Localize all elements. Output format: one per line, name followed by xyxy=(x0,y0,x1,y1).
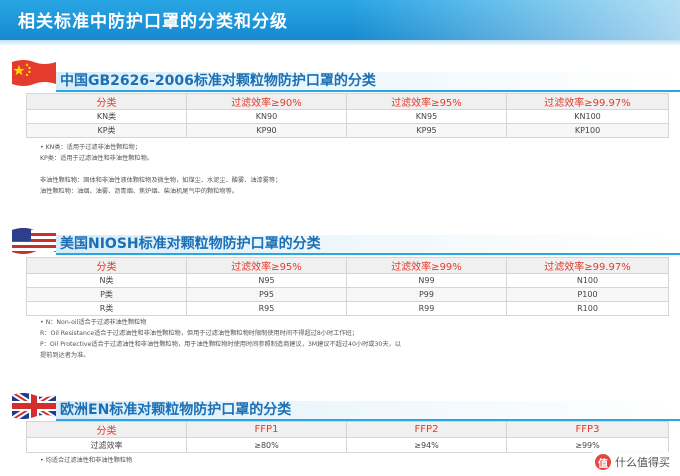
table-cell: KN90 xyxy=(186,109,347,124)
notes: • KN类：适用于过滤非油性颗粒物； KP类：适用于过滤油性和非油性颗粒物。 非… xyxy=(40,142,281,197)
table-row: R类 R95 R99 R100 xyxy=(26,301,669,316)
table-cell: N99 xyxy=(346,273,507,288)
table-cell: R95 xyxy=(186,301,347,316)
table-row: 过滤效率 ≥80% ≥94% ≥99% xyxy=(26,437,669,453)
table-row: P类 P95 P99 P100 xyxy=(26,287,669,302)
section-title-bar: 欧洲EN标准对颗粒物防护口罩的分类 xyxy=(56,401,680,421)
section-europe: 欧洲EN标准对颗粒物防护口罩的分类 分类 FFP1 FFP2 FFP3 过滤效率… xyxy=(0,391,680,471)
table-cell: ≥80% xyxy=(186,437,347,453)
watermark: 值 什么值得买 xyxy=(591,452,674,472)
watermark-text: 什么值得买 xyxy=(615,456,670,469)
table-cell: N类 xyxy=(26,273,187,288)
table-cell: R类 xyxy=(26,301,187,316)
table-cell: R99 xyxy=(346,301,507,316)
banner: 相关标准中防护口罩的分类和分级 xyxy=(0,0,680,40)
note-line: • KN类：适用于过滤非油性颗粒物； xyxy=(40,144,141,151)
note-line xyxy=(40,164,281,175)
table-cell: P类 xyxy=(26,287,187,302)
table-cell: R100 xyxy=(506,301,669,316)
table-header-cell: 过滤效率≥99% xyxy=(346,257,507,274)
table-cell: KP90 xyxy=(186,123,347,138)
table-header-cell: 过滤效率≥99.97% xyxy=(506,93,669,110)
table-cell: P99 xyxy=(346,287,507,302)
section-title: 美国NIOSH标准对颗粒物防护口罩的分类 xyxy=(60,236,321,252)
table-header-cell: 分类 xyxy=(26,257,187,274)
table-cell: P100 xyxy=(506,287,669,302)
section-title-bar: 美国NIOSH标准对颗粒物防护口罩的分类 xyxy=(56,235,680,255)
page-title: 相关标准中防护口罩的分类和分级 xyxy=(18,12,288,32)
table-header-cell: FFP3 xyxy=(506,421,669,438)
section-usa: 美国NIOSH标准对颗粒物防护口罩的分类 分类 过滤效率≥95% 过滤效率≥99… xyxy=(0,226,680,376)
table-cell: 过滤效率 xyxy=(26,437,187,453)
table-header-cell: 分类 xyxy=(26,421,187,438)
table-cell: P95 xyxy=(186,287,347,302)
table-row: KN类 KN90 KN95 KN100 xyxy=(26,109,669,124)
note-line: R：Oil Resistance适合于过滤油性和非油性颗粒物，但用于过滤油性颗粒… xyxy=(40,330,358,337)
note-line: • N：Non-oil适合于过滤非油性颗粒物 xyxy=(40,319,147,326)
standard-table: 分类 FFP1 FFP2 FFP3 过滤效率 ≥80% ≥94% ≥99% xyxy=(26,421,669,453)
table-header-cell: 过滤效率≥95% xyxy=(186,257,347,274)
page: 相关标准中防护口罩的分类和分级 中国GB2626-2006标准对颗粒物防护口罩的… xyxy=(0,0,680,476)
table-header-cell: 分类 xyxy=(26,93,187,110)
table-header-cell: 过滤效率≥99.97% xyxy=(506,257,669,274)
table-header-cell: FFP2 xyxy=(346,421,507,438)
section-title: 中国GB2626-2006标准对颗粒物防护口罩的分类 xyxy=(60,73,376,89)
table-row: N类 N95 N99 N100 xyxy=(26,273,669,288)
table-cell: ≥94% xyxy=(346,437,507,453)
table-cell: KN95 xyxy=(346,109,507,124)
table-cell: KP100 xyxy=(506,123,669,138)
notes: • N：Non-oil适合于过滤非油性颗粒物 R：Oil Resistance适… xyxy=(40,317,401,361)
section-title: 欧洲EN标准对颗粒物防护口罩的分类 xyxy=(60,402,292,418)
china-flag-icon xyxy=(12,60,56,86)
notes: • 均适合过滤油性和非油性颗粒物 xyxy=(40,455,132,466)
table-header-cell: 过滤效率≥95% xyxy=(346,93,507,110)
table-cell: N95 xyxy=(186,273,347,288)
standard-table: 分类 过滤效率≥95% 过滤效率≥99% 过滤效率≥99.97% N类 N95 … xyxy=(26,257,669,316)
table-row: KP类 KP90 KP95 KP100 xyxy=(26,123,669,138)
section-china: 中国GB2626-2006标准对颗粒物防护口罩的分类 分类 过滤效率≥90% 过… xyxy=(0,58,680,210)
table-cell: KN100 xyxy=(506,109,669,124)
table-cell: ≥99% xyxy=(506,437,669,453)
table-cell: KP95 xyxy=(346,123,507,138)
banner-shadow xyxy=(0,40,680,46)
note-line: KP类：适用于过滤油性和非油性颗粒物。 xyxy=(40,155,153,162)
note-line: • 均适合过滤油性和非油性颗粒物 xyxy=(40,457,133,464)
section-title-bar: 中国GB2626-2006标准对颗粒物防护口罩的分类 xyxy=(56,72,680,92)
table-header-cell: 过滤效率≥90% xyxy=(186,93,347,110)
table-header-row: 分类 FFP1 FFP2 FFP3 xyxy=(26,421,669,438)
table-cell: KN类 xyxy=(26,109,187,124)
uk-flag-icon xyxy=(12,393,56,419)
watermark-logo-icon: 值 xyxy=(595,454,611,470)
note-line: 油性颗粒物：油烟、油雾、沥青烟、焦炉烟、柴油机尾气中的颗粒物等。 xyxy=(40,188,238,195)
table-header-row: 分类 过滤效率≥95% 过滤效率≥99% 过滤效率≥99.97% xyxy=(26,257,669,274)
table-header-row: 分类 过滤效率≥90% 过滤效率≥95% 过滤效率≥99.97% xyxy=(26,93,669,110)
standard-table: 分类 过滤效率≥90% 过滤效率≥95% 过滤效率≥99.97% KN类 KN9… xyxy=(26,93,669,138)
note-line: P：Oil Protective适合于过滤油性和非油性颗粒物，用于油性颗粒物时使… xyxy=(40,341,401,348)
note-line: 提前到达者为准。 xyxy=(40,352,90,359)
table-header-cell: FFP1 xyxy=(186,421,347,438)
table-cell: N100 xyxy=(506,273,669,288)
note-line: 非油性颗粒物：固体和非油性液体颗粒物及微生物，如煤尘、水泥尘、酸雾、油漆雾等； xyxy=(40,177,282,184)
usa-flag-icon xyxy=(12,228,56,254)
table-cell: KP类 xyxy=(26,123,187,138)
banner-fade xyxy=(350,0,680,40)
